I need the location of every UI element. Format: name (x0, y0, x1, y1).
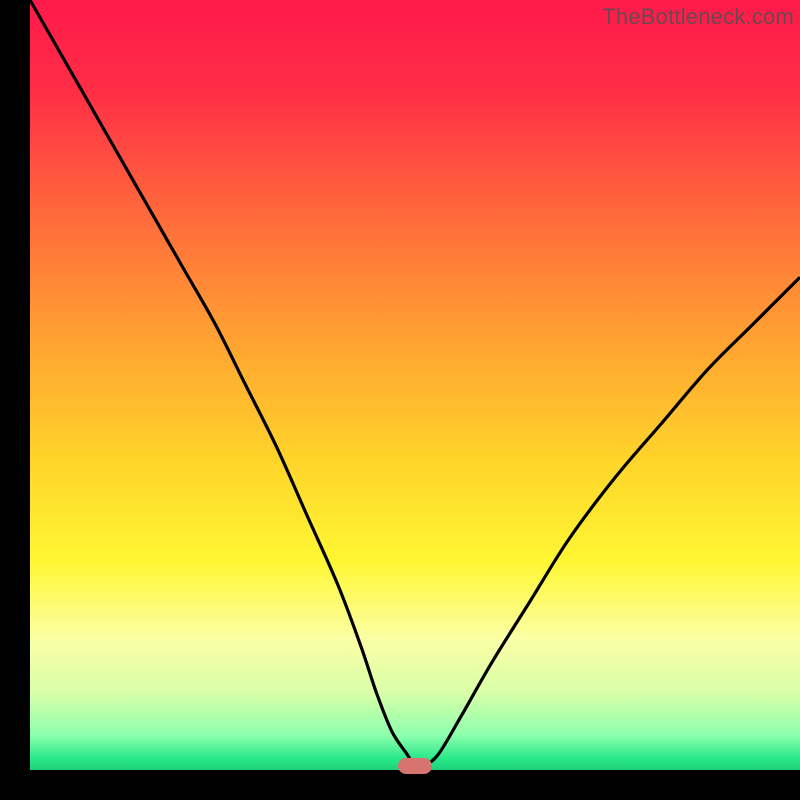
curve-layer (30, 0, 800, 770)
plot-area: TheBottleneck.com (30, 0, 800, 770)
bottleneck-chart: TheBottleneck.com (0, 0, 800, 800)
bottleneck-curve (30, 0, 800, 768)
optimal-marker (398, 758, 432, 774)
watermark-text: TheBottleneck.com (602, 4, 794, 30)
